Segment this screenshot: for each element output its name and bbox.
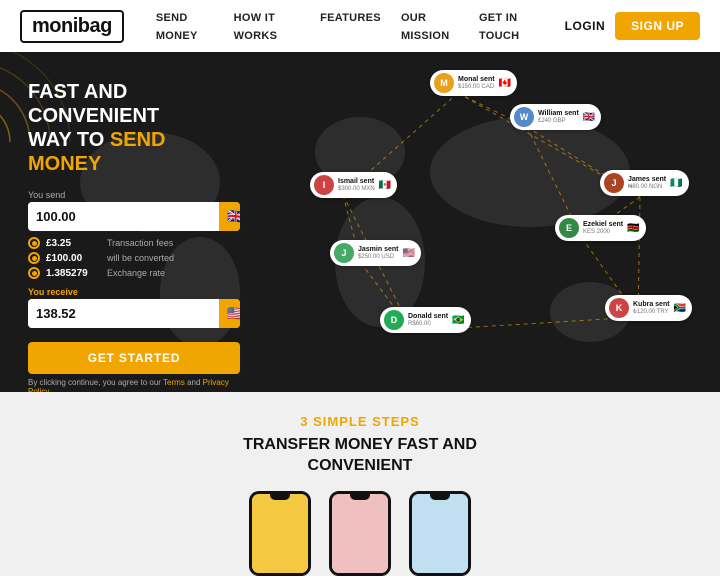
receive-amount-input[interactable] [28, 299, 219, 328]
info-dot-rate [28, 267, 40, 279]
signup-button[interactable]: SIGN UP [615, 12, 700, 40]
tx-flag-ezekiel: 🇰🇪 [627, 223, 639, 234]
hero-title: FAST AND CONVENIENT WAY TO SEND MONEY [28, 80, 240, 176]
hero-section: FAST AND CONVENIENT WAY TO SEND MONEY Yo… [0, 52, 720, 392]
tx-flag-james: 🇳🇬 [670, 178, 682, 189]
bottom-section: 3 SIMPLE STEPS TRANSFER MONEY FAST AND C… [0, 392, 720, 540]
phone-notch-2 [350, 494, 370, 500]
rate-value: 1.385279 [46, 268, 101, 279]
get-started-button[interactable]: GET STARTED [28, 342, 240, 374]
converted-desc: will be converted [107, 253, 174, 263]
tx-node-james: J James sent ₦80.00 NGN 🇳🇬 [600, 170, 689, 196]
fees-value: £3.25 [46, 238, 101, 249]
tx-avatar-ismail: I [314, 175, 334, 195]
tx-avatar-ezekiel: E [559, 218, 579, 238]
info-row-rate: 1.385279 Exchange rate [28, 267, 240, 279]
tx-info-ezekiel: Ezekiel sent KES 2000 [583, 221, 623, 235]
nav-item-our-mission[interactable]: OUR MISSION [401, 8, 459, 44]
tx-flag-ismail: 🇲🇽 [379, 180, 391, 191]
tx-avatar-kubra: K [609, 298, 629, 318]
login-button[interactable]: LOGIN [565, 19, 606, 33]
tx-info-william: William sent £240 GBP [538, 110, 579, 124]
nav-item-features[interactable]: FEATURES [320, 8, 381, 44]
phone-notch-3 [430, 494, 450, 500]
tx-node-ezekiel: E Ezekiel sent KES 2000 🇰🇪 [555, 215, 646, 241]
nav-links: SEND MONEY HOW IT WORKS FEATURES OUR MIS… [156, 8, 541, 44]
send-amount-input[interactable] [28, 202, 219, 231]
converter-box: You send 🇬🇧 GBP ▼ £3.25 Transaction fees [28, 190, 240, 392]
phones-row [249, 491, 471, 576]
nav-item-send-money[interactable]: SEND MONEY [156, 8, 214, 44]
info-dot-fees [28, 237, 40, 249]
tx-info-kubra: Kubra sent ₺120.00 TRY [633, 301, 670, 315]
nav-item-how-it-works[interactable]: HOW IT WORKS [234, 8, 300, 44]
tx-flag-william: 🇬🇧 [583, 112, 595, 123]
tx-flag-monal: 🇨🇦 [499, 78, 511, 89]
send-currency-selector[interactable]: 🇬🇧 GBP ▼ [219, 202, 240, 231]
phone-mockup-2 [329, 491, 391, 576]
tx-flag-donald: 🇧🇷 [452, 315, 464, 326]
logo[interactable]: monibag [20, 10, 124, 43]
hero-map: .dline { stroke: #f0a500; stroke-width: … [260, 52, 720, 392]
phone-screen-1 [252, 494, 308, 573]
send-input-row: 🇬🇧 GBP ▼ [28, 202, 240, 231]
tx-node-jasmin: J Jasmin sent $250.00 USD 🇺🇸 [330, 240, 421, 266]
transaction-lines-icon: .dline { stroke: #f0a500; stroke-width: … [260, 52, 720, 392]
phone-mockup-1 [249, 491, 311, 576]
tx-avatar-monal: M [434, 73, 454, 93]
navbar: monibag SEND MONEY HOW IT WORKS FEATURES… [0, 0, 720, 52]
tx-avatar-jasmin: J [334, 243, 354, 263]
tx-info-donald: Donald sent R$60.00 [408, 313, 448, 327]
tx-flag-jasmin: 🇺🇸 [402, 248, 414, 259]
nav-right: LOGIN SIGN UP [565, 12, 700, 40]
tx-info-james: James sent ₦80.00 NGN [628, 176, 666, 190]
phone-mockup-3 [409, 491, 471, 576]
terms-link[interactable]: Terms [163, 378, 185, 387]
tx-info-monal: Monal sent $150.00 CAD [458, 76, 495, 90]
tx-flag-kubra: 🇿🇦 [674, 303, 686, 314]
converted-value: £100.00 [46, 253, 101, 264]
phone-notch-1 [270, 494, 290, 500]
info-row-converted: £100.00 will be converted [28, 252, 240, 264]
steps-label: 3 SIMPLE STEPS [300, 414, 419, 429]
receive-currency-flag: 🇺🇸 [227, 305, 240, 322]
phone-screen-3 [412, 494, 468, 573]
tx-node-donald: D Donald sent R$60.00 🇧🇷 [380, 307, 471, 333]
receive-input-row: 🇺🇸 USD ▼ [28, 299, 240, 328]
tx-node-monal: M Monal sent $150.00 CAD 🇨🇦 [430, 70, 517, 96]
tx-node-kubra: K Kubra sent ₺120.00 TRY 🇿🇦 [605, 295, 692, 321]
tx-node-ismail: I Ismail sent $300.00 MXN 🇲🇽 [310, 172, 397, 198]
info-rows: £3.25 Transaction fees £100.00 will be c… [28, 237, 240, 279]
tx-node-william: W William sent £240 GBP 🇬🇧 [510, 104, 601, 130]
info-dot-converted [28, 252, 40, 264]
receive-label: You receive [28, 287, 240, 297]
receive-currency-selector[interactable]: 🇺🇸 USD ▼ [219, 299, 240, 328]
phone-screen-2 [332, 494, 388, 573]
fees-desc: Transaction fees [107, 238, 173, 248]
terms-text: By clicking continue, you agree to our T… [28, 378, 240, 392]
hero-left-panel: FAST AND CONVENIENT WAY TO SEND MONEY Yo… [0, 52, 260, 392]
rate-desc: Exchange rate [107, 268, 165, 278]
tx-avatar-donald: D [384, 310, 404, 330]
tx-avatar-james: J [604, 173, 624, 193]
tx-info-ismail: Ismail sent $300.00 MXN [338, 178, 375, 192]
steps-title: TRANSFER MONEY FAST AND CONVENIENT [243, 435, 477, 477]
send-currency-flag: 🇬🇧 [227, 208, 240, 225]
tx-avatar-william: W [514, 107, 534, 127]
nav-item-get-in-touch[interactable]: GET IN TOUCH [479, 8, 541, 44]
info-row-fees: £3.25 Transaction fees [28, 237, 240, 249]
tx-info-jasmin: Jasmin sent $250.00 USD [358, 246, 398, 260]
send-label: You send [28, 190, 240, 200]
